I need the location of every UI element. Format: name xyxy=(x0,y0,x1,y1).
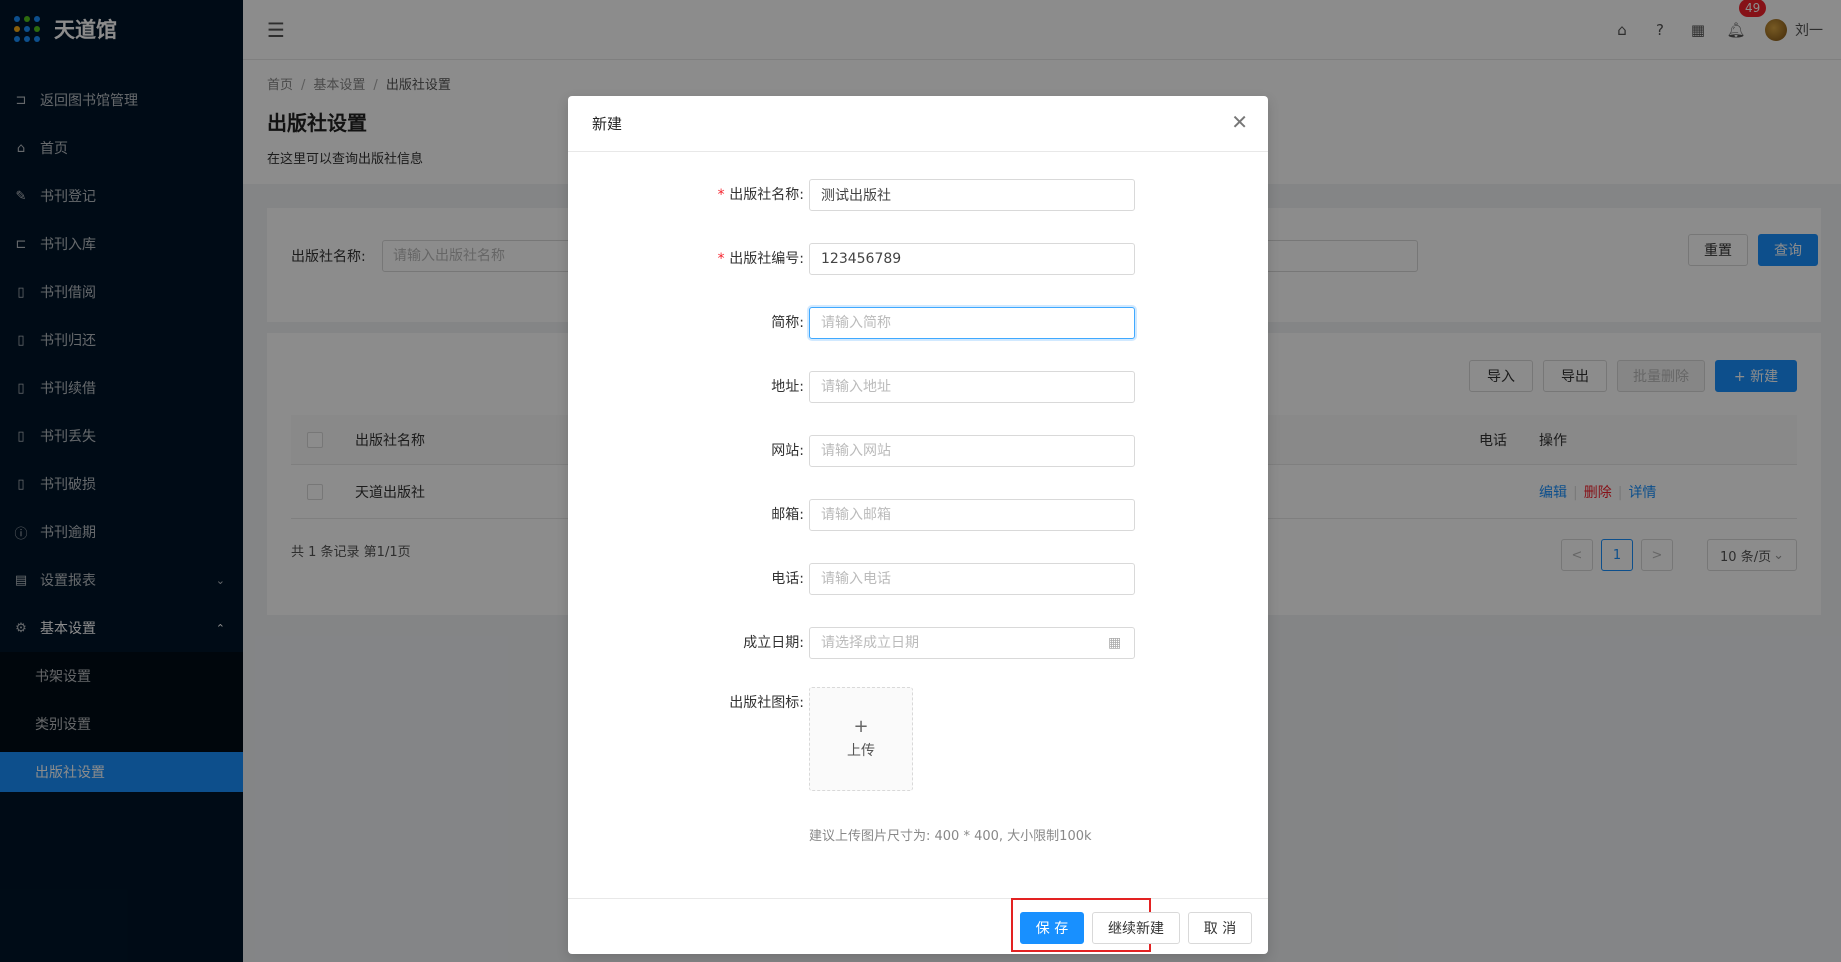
close-icon[interactable]: ✕ xyxy=(1231,112,1248,132)
plus-icon: + xyxy=(853,716,869,737)
form-row-short: 简称: xyxy=(568,307,1268,339)
form-row-website: 网站: xyxy=(568,435,1268,467)
form-row-date: 成立日期: ▦ xyxy=(568,627,1268,659)
modal-header: 新建 ✕ xyxy=(568,96,1268,152)
continue-new-button[interactable]: 继续新建 xyxy=(1092,912,1180,944)
phone-label: 电话: xyxy=(771,571,804,587)
website-input[interactable] xyxy=(809,435,1135,467)
short-label: 简称: xyxy=(771,315,804,331)
form-row-logo: 出版社图标: + 上传 xyxy=(568,687,1268,791)
logo-upload[interactable]: + 上传 xyxy=(809,687,913,791)
name-label: * 出版社名称: xyxy=(716,187,804,203)
short-name-input[interactable] xyxy=(809,307,1135,339)
logo-label: 出版社图标: xyxy=(729,695,804,711)
address-label: 地址: xyxy=(771,379,804,395)
publisher-code-input[interactable] xyxy=(809,243,1135,275)
calendar-icon[interactable]: ▦ xyxy=(1108,635,1121,651)
date-label: 成立日期: xyxy=(743,635,804,651)
form-row-name: * 出版社名称: xyxy=(568,179,1268,211)
form-row-code: * 出版社编号: xyxy=(568,243,1268,275)
modal-title: 新建 xyxy=(592,115,623,133)
new-publisher-modal: 新建 ✕ *出版社名称: *出版社编号: 简称: 地址: 网站: 邮箱: 电话:… xyxy=(568,96,1268,954)
address-input[interactable] xyxy=(809,371,1135,403)
email-label: 邮箱: xyxy=(771,507,804,523)
form-row-email: 邮箱: xyxy=(568,499,1268,531)
website-label: 网站: xyxy=(771,443,804,459)
save-button[interactable]: 保 存 xyxy=(1020,912,1084,944)
form-row-phone: 电话: xyxy=(568,563,1268,595)
code-label: * 出版社编号: xyxy=(716,251,804,267)
publisher-name-input[interactable] xyxy=(809,179,1135,211)
cancel-button[interactable]: 取 消 xyxy=(1188,912,1252,944)
upload-label: 上传 xyxy=(847,743,875,759)
phone-input[interactable] xyxy=(809,563,1135,595)
email-input[interactable] xyxy=(809,499,1135,531)
founding-date-picker[interactable] xyxy=(809,627,1135,659)
upload-hint: 建议上传图片尺寸为: 400 * 400, 大小限制100k xyxy=(809,829,1092,844)
form-row-address: 地址: xyxy=(568,371,1268,403)
